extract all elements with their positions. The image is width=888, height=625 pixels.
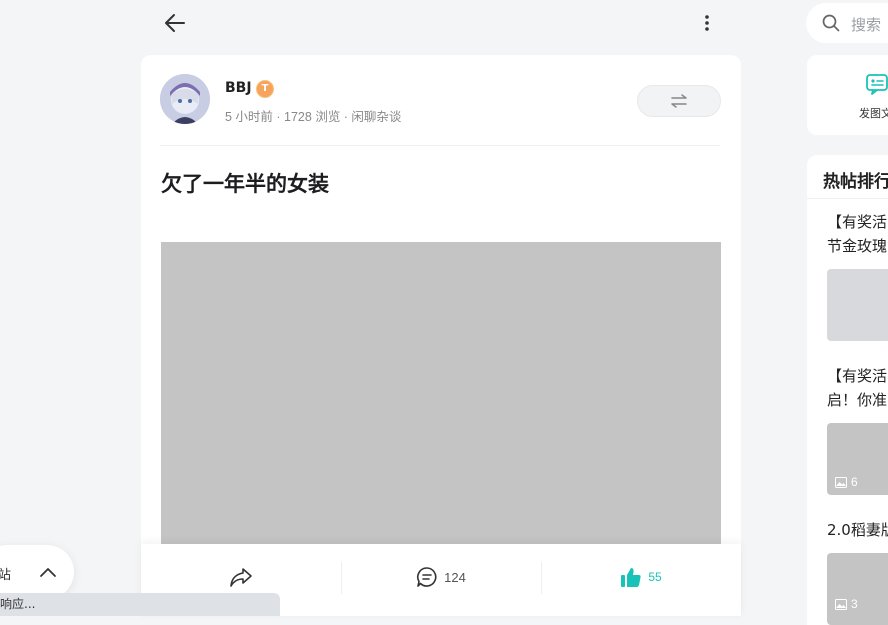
publish-card: 发图文 (807, 55, 888, 135)
avatar[interactable] (160, 74, 210, 124)
comment-icon (417, 567, 437, 587)
hot-post-title-line[interactable]: 节金玫瑰 (827, 235, 887, 258)
browser-status-bar: 响应... (0, 593, 280, 616)
publish-label[interactable]: 发图文 (859, 105, 888, 121)
thumbs-up-icon (621, 568, 641, 587)
search-icon-wrap (822, 14, 840, 36)
header-divider (160, 145, 720, 146)
post-title: 欠了一年半的女装 (161, 172, 329, 196)
comment-button[interactable]: 124 (341, 544, 541, 610)
more-options-button[interactable] (696, 8, 718, 38)
post-meta: 5 小时前 · 1728 浏览 · 闲聊杂谈 (225, 110, 402, 124)
swap-arrows-icon (671, 94, 687, 108)
like-button[interactable]: 55 (541, 544, 741, 610)
image-count: 6 (851, 475, 858, 489)
switch-button[interactable] (637, 85, 721, 117)
post-card: BBJ T 5 小时前 · 1728 浏览 · 闲聊杂谈 欠了一年半的女装 (141, 55, 741, 616)
hot-post-thumbnail[interactable] (827, 269, 888, 341)
search-input[interactable]: 搜索 (806, 3, 888, 43)
back-button[interactable] (160, 8, 190, 38)
hot-post-title-line[interactable]: 【有奖活 (827, 365, 887, 388)
hot-posts-card: 热帖排行 【有奖活 节金玫瑰 【有奖活 启！你准 6 2.0稻妻版 (807, 155, 888, 625)
hot-posts-title: 热帖排行 (823, 172, 888, 192)
image-icon (835, 476, 847, 488)
hot-post-title-line[interactable]: 启！你准 (827, 389, 887, 412)
hot-post-title-line[interactable]: 【有奖活 (827, 211, 887, 234)
comment-count: 124 (444, 569, 466, 585)
share-icon (230, 568, 252, 587)
floating-pill-label[interactable]: 站 (0, 564, 11, 583)
search-icon (822, 14, 840, 32)
chevron-up-icon (40, 568, 56, 577)
search-placeholder: 搜索 (851, 16, 882, 34)
more-vertical-icon (705, 15, 709, 31)
floating-pill: 站 (0, 545, 74, 599)
image-count: 3 (851, 597, 858, 611)
status-text: 响应... (0, 597, 36, 611)
image-icon (835, 598, 847, 610)
publish-image-post-button[interactable] (865, 73, 888, 99)
hot-post-title-line[interactable]: 2.0稻妻版 (827, 519, 888, 542)
avatar-image (160, 74, 210, 124)
arrow-left-icon (165, 14, 185, 32)
hot-post-thumbnail[interactable]: 3 (827, 553, 888, 625)
image-count-badge: 3 (835, 597, 858, 611)
hot-post-thumbnail[interactable]: 6 (827, 423, 888, 495)
image-count-badge: 6 (835, 475, 858, 489)
like-count: 55 (648, 570, 662, 584)
collapse-button[interactable] (37, 561, 59, 583)
author-name[interactable]: BBJ (225, 80, 252, 96)
level-badge: T (256, 80, 274, 98)
image-text-post-icon (866, 74, 888, 95)
hot-divider (807, 198, 888, 199)
